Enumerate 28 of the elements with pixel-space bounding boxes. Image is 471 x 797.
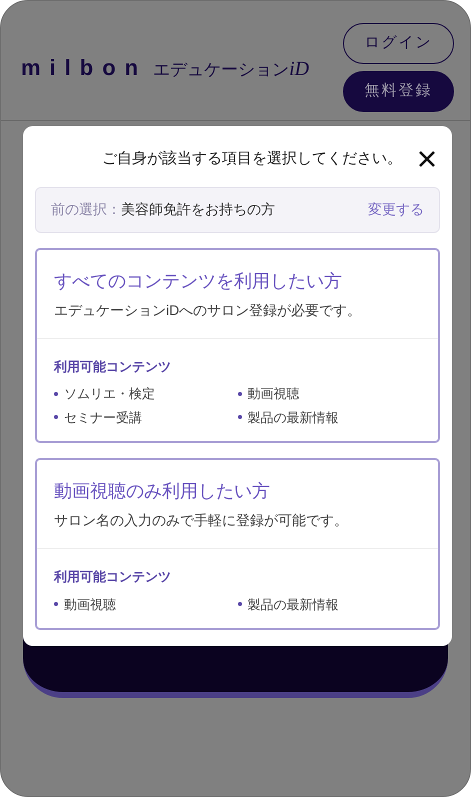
previous-label: 前の選択： [51, 200, 121, 219]
content-item: 製品の最新情報 [248, 408, 338, 426]
option-card[interactable]: 動画視聴のみ利用したい方 サロン名の入力のみで手軽に登録が可能です。 利用可能コンテンツ 動画視聴 製品の最新情報 [35, 458, 440, 630]
option-card[interactable]: すべてのコンテンツを利用したい方 エデュケーションiDへのサロン登録が必要です。 利用可能コンテンツ ソムリエ・検定 動画視聴 セミナー受講 製品の最新情報 [35, 248, 440, 443]
change-link[interactable]: 変更する [368, 199, 424, 220]
option-description: サロン名の入力のみで手軽に登録が可能です。 [54, 511, 349, 530]
option-description: エデュケーションiDへのサロン登録が必要です。 [54, 300, 362, 320]
content-item: ソムリエ・検定 [64, 385, 155, 403]
contents-heading: 利用可能コンテンツ [54, 568, 172, 586]
content-item: 製品の最新情報 [248, 596, 338, 614]
content-item: 動画視聴 [64, 596, 116, 614]
option-title: 動画視聴のみ利用したい方 [54, 480, 271, 503]
content-item: セミナー受講 [64, 408, 142, 426]
modal-title: ご自身が該当する項目を選択してください。 [102, 149, 402, 169]
contents-heading: 利用可能コンテンツ [54, 358, 172, 376]
option-title: すべてのコンテンツを利用したい方 [54, 270, 343, 292]
bullet-icon [54, 415, 58, 420]
bullet-icon [238, 415, 242, 420]
previous-value: 美容師免許をお持ちの方 [121, 200, 275, 219]
bullet-icon [238, 602, 242, 606]
content-item: 動画視聴 [248, 385, 300, 403]
logo[interactable]: milbon エデュケーションiD [21, 51, 310, 84]
close-icon[interactable] [418, 150, 436, 168]
bullet-icon [238, 392, 242, 396]
bullet-icon [54, 602, 58, 606]
login-button[interactable]: ログイン [343, 23, 454, 64]
bullet-icon [54, 392, 58, 396]
register-button[interactable]: 無料登録 [343, 71, 454, 112]
